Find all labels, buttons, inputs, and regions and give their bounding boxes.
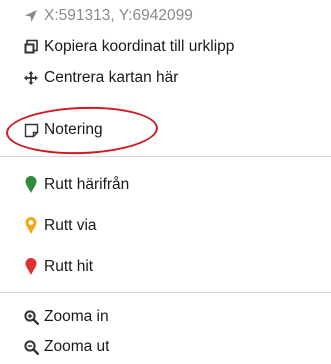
route-via-label: Rutt via [44, 217, 97, 234]
zoom-out-label: Zooma ut [44, 338, 110, 355]
note-label: Notering [44, 121, 103, 138]
zoom-in-icon [22, 302, 40, 332]
center-map-label: Centrera kartan här [44, 69, 179, 86]
map-pin-icon [22, 211, 40, 241]
menu-divider [0, 156, 331, 157]
coordinates-readout: X:591313, Y:6942099 [0, 1, 331, 31]
note-menu-item[interactable]: Notering [0, 115, 331, 145]
map-context-menu: X:591313, Y:6942099 Kopiera koordinat ti… [0, 0, 331, 364]
center-map-menu-item[interactable]: Centrera kartan här [0, 63, 331, 93]
map-pin-icon [22, 252, 40, 282]
zoom-in-menu-item[interactable]: Zooma in [0, 302, 331, 332]
menu-divider [0, 292, 331, 293]
zoom-out-icon [22, 332, 40, 362]
location-arrow-icon [22, 1, 40, 31]
zoom-in-label: Zooma in [44, 308, 109, 325]
route-from-here-label: Rutt härifrån [44, 176, 130, 193]
route-from-here-menu-item[interactable]: Rutt härifrån [0, 170, 331, 200]
copy-coordinate-menu-item[interactable]: Kopiera koordinat till urklipp [0, 32, 331, 62]
coordinates-text: X:591313, Y:6942099 [44, 7, 193, 24]
note-icon [22, 115, 40, 145]
move-arrows-icon [22, 63, 40, 93]
copy-coordinate-label: Kopiera koordinat till urklipp [44, 38, 235, 55]
zoom-out-menu-item[interactable]: Zooma ut [0, 332, 331, 362]
route-to-here-label: Rutt hit [44, 258, 94, 275]
copy-icon [22, 32, 40, 62]
route-to-here-menu-item[interactable]: Rutt hit [0, 252, 331, 282]
map-pin-icon [22, 170, 40, 200]
route-via-menu-item[interactable]: Rutt via [0, 211, 331, 241]
